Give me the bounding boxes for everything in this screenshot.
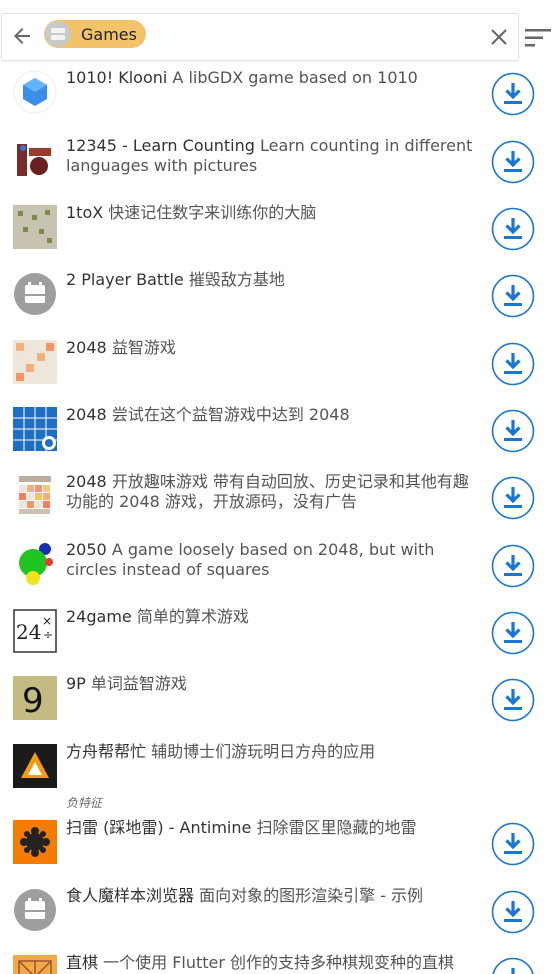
list-item[interactable]: 12345 - Learn Counting Learn counting in… — [0, 136, 556, 202]
24game-icon: 24 × ÷ — [13, 609, 57, 653]
app-summary: 面向对象的图形渲染引擎 - 示例 — [199, 886, 424, 905]
svg-text:9: 9 — [22, 681, 44, 720]
counting-icon — [13, 138, 57, 182]
tiles-2048-icon — [13, 340, 57, 384]
download-icon[interactable] — [491, 890, 535, 934]
category-icon — [45, 21, 71, 47]
download-icon[interactable] — [491, 957, 535, 974]
search-box[interactable]: Games — [1, 13, 519, 61]
download-icon[interactable] — [491, 822, 535, 866]
app-name: 扫雷 (踩地雷) - Antimine — [66, 818, 252, 837]
download-icon[interactable] — [491, 207, 535, 251]
download-icon[interactable] — [491, 409, 535, 453]
colored-2048-icon — [13, 474, 57, 518]
app-name: 2048 — [66, 338, 107, 357]
app-name: 12345 - Learn Counting — [66, 136, 255, 155]
download-icon[interactable] — [491, 611, 535, 655]
app-name: 直棋 — [66, 953, 99, 972]
app-name: 9P — [66, 674, 86, 693]
anti-feature-label: 负特征 — [66, 796, 103, 810]
app-name: 2048 — [66, 472, 107, 491]
blue-2048-icon — [13, 407, 57, 451]
svg-text:÷: ÷ — [43, 628, 53, 642]
app-summary: 扫除雷区里隐藏的地雷 — [256, 818, 417, 837]
app-summary: A libGDX game based on 1010 — [172, 68, 418, 87]
sort-icon[interactable] — [525, 27, 551, 49]
minesweeper-icon — [13, 820, 57, 864]
download-icon[interactable] — [491, 274, 535, 318]
app-summary: 开放趣味游戏 带有自动回放、历史记录和其他有趣功能的 2048 游戏，开放源码，… — [66, 472, 469, 511]
list-item[interactable]: 1010! Klooni A libGDX game based on 1010 — [0, 68, 556, 134]
app-name: 2 Player Battle — [66, 270, 184, 289]
app-summary: 简单的算术游戏 — [136, 607, 249, 626]
top-bar: Games — [0, 0, 556, 70]
app-summary: 一个使用 Flutter 创作的支持多种棋规变种的直棋 — [103, 953, 455, 972]
app-summary: A game loosely based on 2048, but with c… — [66, 540, 435, 579]
circles-icon — [13, 542, 57, 586]
download-icon[interactable] — [491, 544, 535, 588]
list-item[interactable]: 2 Player Battle 摧毁敌方基地 — [0, 270, 556, 336]
list-item[interactable]: 9 9P 单词益智游戏 — [0, 674, 556, 740]
download-icon[interactable] — [491, 678, 535, 722]
app-name: 24game — [66, 607, 132, 626]
list-item[interactable]: 1toX 快速记住数字来训练你的大脑 — [0, 203, 556, 269]
list-item[interactable]: 2048 尝试在这个益智游戏中达到 2048 — [0, 405, 556, 471]
app-name: 2048 — [66, 405, 107, 424]
blue-cube-icon — [13, 70, 57, 114]
download-icon[interactable] — [491, 140, 535, 184]
number-grid-icon — [13, 205, 57, 249]
placeholder-app-icon — [13, 272, 57, 316]
list-item[interactable]: 扫雷 (踩地雷) - Antimine 扫除雷区里隐藏的地雷 — [0, 818, 556, 884]
app-name: 1toX — [66, 203, 104, 222]
list-item[interactable]: 直棋 一个使用 Flutter 创作的支持多种棋规变种的直棋 — [0, 953, 556, 974]
arknights-icon — [13, 744, 57, 788]
app-name: 2050 — [66, 540, 107, 559]
close-icon[interactable] — [490, 28, 508, 46]
app-summary: 辅助博士们游玩明日方舟的应用 — [151, 742, 376, 761]
download-icon[interactable] — [491, 476, 535, 520]
svg-text:×: × — [42, 614, 52, 628]
list-item[interactable]: 2050 A game loosely based on 2048, but w… — [0, 540, 556, 606]
svg-text:24: 24 — [16, 620, 41, 644]
placeholder-app-icon — [13, 888, 57, 932]
list-item[interactable]: 2048 开放趣味游戏 带有自动回放、历史记录和其他有趣功能的 2048 游戏，… — [0, 472, 556, 538]
list-item[interactable]: 2048 益智游戏 — [0, 338, 556, 404]
app-name: 方舟帮帮忙 — [66, 742, 147, 761]
app-summary: 益智游戏 — [111, 338, 176, 357]
app-summary: 单词益智游戏 — [90, 674, 187, 693]
category-chip[interactable]: Games — [44, 20, 146, 48]
category-chip-label: Games — [81, 24, 137, 44]
download-icon[interactable] — [491, 72, 535, 116]
back-arrow-icon[interactable] — [10, 24, 34, 48]
list-item[interactable]: 食人魔样本浏览器 面向对象的图形渲染引擎 - 示例 — [0, 886, 556, 952]
app-name: 食人魔样本浏览器 — [66, 886, 195, 905]
app-summary: 快速记住数字来训练你的大脑 — [108, 203, 317, 222]
app-name: 1010! Klooni — [66, 68, 168, 87]
download-icon[interactable] — [491, 342, 535, 386]
board-game-icon — [13, 955, 57, 974]
nine-icon: 9 — [13, 676, 57, 721]
app-summary: 尝试在这个益智游戏中达到 2048 — [111, 405, 350, 424]
app-summary: 摧毁敌方基地 — [188, 270, 285, 289]
list-item[interactable]: 24 × ÷ 24game 简单的算术游戏 — [0, 607, 556, 673]
